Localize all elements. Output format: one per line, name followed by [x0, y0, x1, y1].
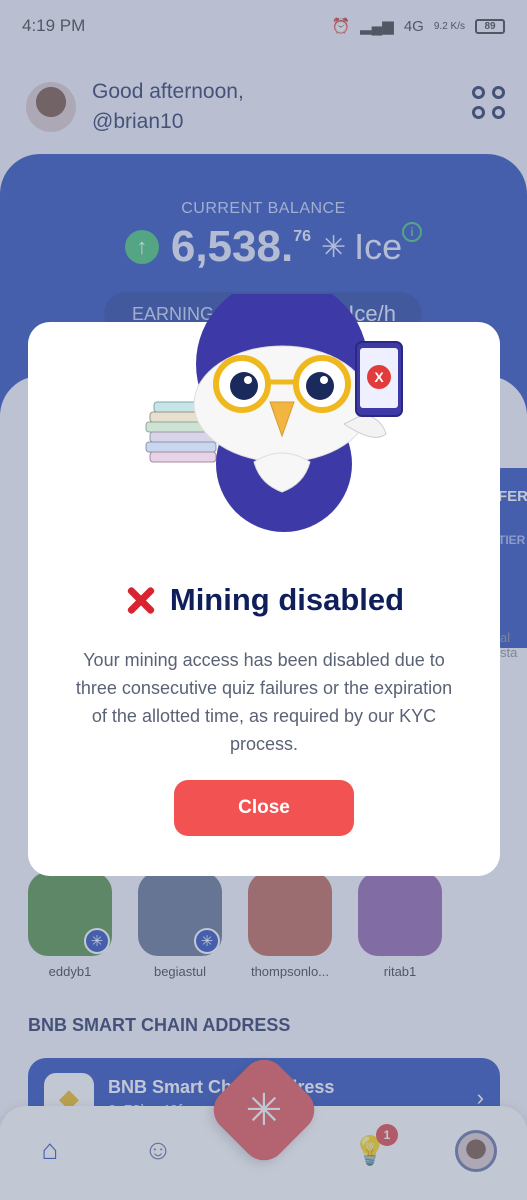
svg-text:X: X — [374, 369, 384, 385]
owl-mascot-illustration: X — [145, 294, 403, 532]
close-button[interactable]: Close — [174, 780, 354, 836]
dialog-title: Mining disabled — [28, 582, 500, 618]
dialog-message: Your mining access has been disabled due… — [75, 650, 453, 754]
mining-disabled-dialog: X Mining disabled Your mining access has… — [28, 294, 500, 876]
cross-mark-icon — [124, 583, 158, 617]
